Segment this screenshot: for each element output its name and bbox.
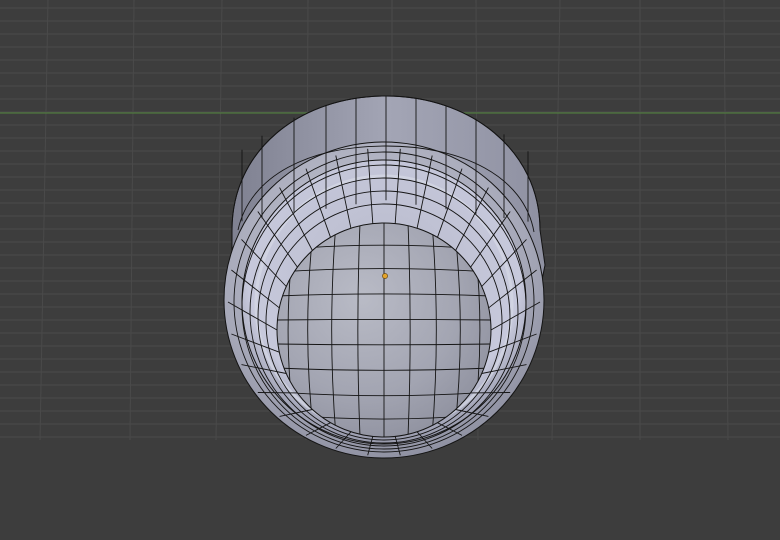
grid-line-vertical xyxy=(551,0,561,441)
object-origin-icon[interactable] xyxy=(382,273,388,279)
3d-viewport[interactable] xyxy=(0,0,780,540)
mesh-object[interactable] xyxy=(223,95,546,459)
viewport-canvas[interactable] xyxy=(0,0,780,540)
grid-line-vertical xyxy=(215,0,223,441)
grid-line-vertical xyxy=(39,0,49,441)
grid-line-vertical xyxy=(129,0,135,441)
grid-line-vertical xyxy=(723,0,729,441)
